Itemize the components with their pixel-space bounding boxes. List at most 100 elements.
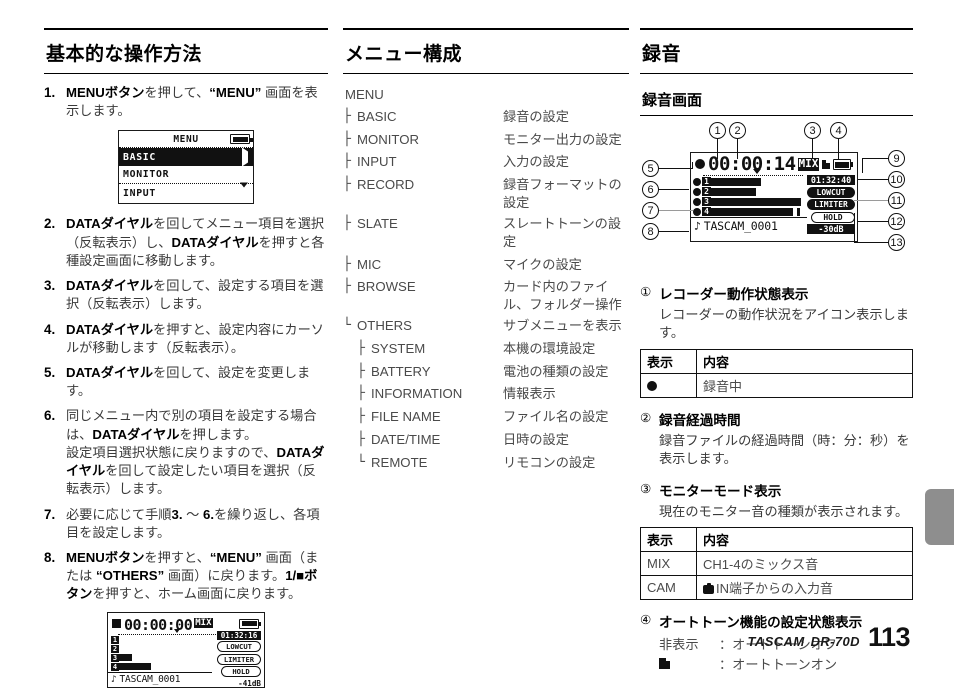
- menu-tree-label: INPUT: [357, 154, 397, 170]
- leader-line-8: [659, 231, 689, 233]
- step-item: 2. DATAダイヤルを回してメニュー項目を選択（反転表示）し、DATAダイヤル…: [44, 215, 328, 270]
- step-item: 3. DATAダイヤルを回して、設定する項目を選択（反転表示）します。: [44, 277, 328, 313]
- callout-6: 6: [642, 181, 659, 198]
- meter-bar: [119, 663, 151, 671]
- table-cell-key: CAM: [640, 575, 697, 601]
- section-2: ② 録音経過時間 録音ファイルの経過時間（時：分：秒）を表示します。: [640, 409, 913, 469]
- table-row: 録音中: [640, 372, 913, 398]
- model-name: DR-70D: [810, 634, 860, 649]
- home-screen-figure: 00:00:00 MIX 1 2 3 4 ♪ TASCAM_0001 01:32…: [107, 611, 265, 688]
- menu-row-input: INPUT: [119, 182, 253, 202]
- step-text: DATAダイヤルを回して、設定を変更します。: [66, 364, 311, 399]
- section-thumb-tab: [925, 489, 954, 545]
- menu-row-label: MONITOR: [123, 169, 170, 181]
- leader-line-4: [838, 139, 840, 159]
- music-note-icon: ♪: [694, 219, 701, 233]
- page-title-col3: 録音: [640, 30, 913, 74]
- level-value: -41dB: [238, 678, 261, 688]
- table-row: MIX CH1-4のミックス音: [640, 551, 913, 577]
- menu-row-monitor: MONITOR: [119, 166, 253, 185]
- limiter-badge: LIMITER: [217, 653, 261, 665]
- step-text: 同じメニュー内で別の項目を設定する場合は、DATAダイヤルを押します。 設定項目選…: [66, 408, 325, 497]
- position-marker-icon: [753, 169, 761, 193]
- record-dot-icon: [640, 372, 697, 398]
- leader-line-13: [854, 242, 889, 244]
- table-header-row: 表示 内容: [640, 348, 913, 374]
- section-title-rec-screen: 録音画面: [640, 82, 913, 116]
- table-cell-value: IN端子からの入力音: [696, 575, 913, 601]
- step-text: MENUボタンを押すと、“MENU” 画面（または “OTHERS” 画面）に戻…: [66, 549, 319, 602]
- menu-tree-description: 日時の設定: [503, 432, 569, 447]
- tree-branch-icon: ├: [343, 279, 351, 295]
- channel-number: 3: [702, 197, 711, 206]
- menu-tree-label: MONITOR: [357, 131, 420, 147]
- step-number: 7.: [44, 506, 56, 522]
- menu-tree-item: ├ DATE/TIME 日時の設定: [343, 431, 629, 449]
- meter-peak: [797, 207, 800, 216]
- page-title-col2: メニュー構成: [343, 30, 629, 74]
- menu-tree-item: └ REMOTE リモコンの設定: [343, 454, 629, 472]
- callout-13: 13: [888, 234, 905, 251]
- meter-bar: [711, 207, 793, 216]
- table-cell-value: 録音中: [696, 372, 913, 398]
- file-name-row: ♪ TASCAM_0001: [108, 671, 212, 685]
- playback-position-bar: [118, 628, 230, 652]
- menu-tree-description: 電池の種類の設定: [503, 363, 609, 379]
- leader-line-7: [659, 210, 693, 212]
- section-number: ④: [640, 613, 652, 628]
- table-cell-value: CH1-4のミックス音: [696, 551, 913, 577]
- menu-tree-label: MIC: [357, 256, 382, 272]
- table-row: CAM IN端子からの入力音: [640, 575, 913, 601]
- menu-row-label: BASIC: [123, 151, 156, 163]
- record-dot-icon: [695, 159, 705, 169]
- recording-screen-lcd: 00:00:14 MIX 1 2 3 4 ♪ TASCAM_0001 01:32…: [690, 152, 858, 242]
- brand-name: TASCAM: [747, 634, 805, 649]
- callout-8: 8: [642, 223, 659, 240]
- menu-tree-description: 録音フォーマットの設定: [503, 177, 622, 211]
- battery-icon: [230, 134, 253, 145]
- leader-line-5: [659, 168, 693, 170]
- remaining-time: 01:32:40: [807, 175, 855, 185]
- leader-line-3: [812, 139, 814, 159]
- menu-tree-item: ├ INPUT 入力の設定: [343, 153, 629, 171]
- callout-11: 11: [888, 192, 905, 209]
- step-item: 1. MENUボタンを押して、“MENU” 画面を表示します。: [44, 84, 328, 120]
- lowcut-badge: LOWCUT: [217, 641, 261, 653]
- column-menu-structure: メニュー構成 MENU ├ BASIC 録音の設定 ├ MONITOR モニター出力の設定…: [343, 28, 629, 477]
- step-number: 2.: [44, 216, 56, 232]
- callout-7: 7: [642, 202, 659, 219]
- limiter-badge: LIMITER: [807, 199, 855, 210]
- menu-tree-item: ├ FILE NAME ファイル名の設定: [343, 408, 629, 426]
- rec-statusbar: 00:00:14 MIX: [691, 153, 857, 174]
- section-title: モニターモード表示: [659, 483, 782, 499]
- section-1-heading: ① レコーダー動作状態表示: [640, 283, 913, 303]
- column-header-display: 表示: [640, 348, 697, 374]
- menu-tree-label: BROWSE: [357, 279, 416, 295]
- menu-tree-root: MENU: [345, 87, 384, 102]
- menu-tree-description: 録音の設定: [503, 108, 569, 124]
- section-number: ①: [640, 285, 652, 299]
- rec-indicator-stack: 01:32:40 LOWCUT LIMITER HOLD -30dB: [807, 175, 855, 234]
- channel-number: 4: [111, 662, 119, 671]
- leader-line-5b: [692, 162, 694, 169]
- tree-branch-icon: ├: [357, 340, 365, 356]
- menu-tree-label: SLATE: [357, 215, 398, 231]
- battery-icon: [239, 618, 261, 629]
- step-number: 6.: [44, 408, 56, 424]
- callout-5: 5: [642, 160, 659, 177]
- tree-branch-icon: ├: [343, 177, 351, 193]
- lowcut-badge: LOWCUT: [807, 186, 855, 198]
- monitor-mode-table: 表示 内容 MIX CH1-4のミックス音 CAM IN端子からの入力音: [640, 527, 913, 601]
- menu-tree-item: └ OTHERS サブメニューを表示: [343, 317, 629, 335]
- monitor-mode-badge: MIX: [194, 617, 213, 628]
- menu-tree-description: 情報表示: [503, 386, 556, 402]
- file-name: TASCAM_0001: [703, 219, 778, 233]
- leader-line-9b: [862, 158, 864, 173]
- phase-icon: [693, 187, 701, 196]
- menu-tree-label: OTHERS: [357, 317, 412, 333]
- status-icon-table: 表示 内容 録音中: [640, 348, 913, 398]
- menu-tree-label: FILE NAME: [371, 409, 441, 425]
- menu-tree-description: サブメニューを表示: [503, 317, 622, 333]
- page-footer: TASCAM DR-70D 113: [747, 622, 911, 653]
- column-header-display: 表示: [640, 527, 697, 553]
